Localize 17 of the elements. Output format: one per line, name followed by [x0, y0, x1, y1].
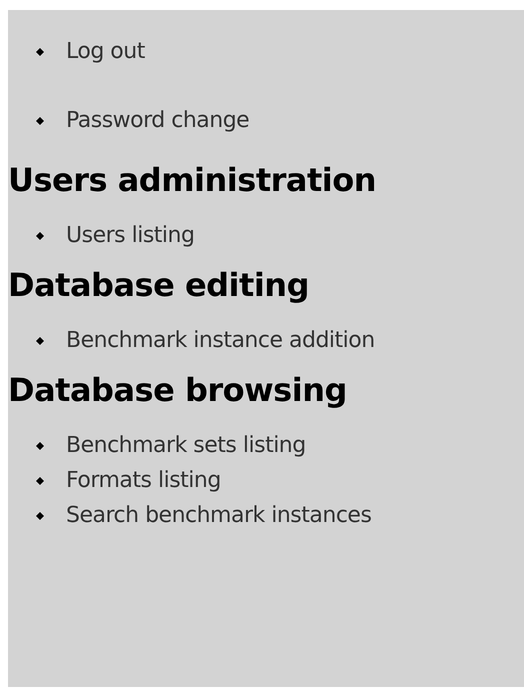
menu-link[interactable]: Search benchmark instances — [66, 503, 372, 528]
section-heading: Database browsing — [8, 370, 348, 410]
bullet-icon — [36, 442, 44, 450]
bullet-icon — [36, 48, 44, 56]
section-heading: Database editing — [8, 265, 310, 305]
menu-link[interactable]: Log out — [66, 39, 145, 64]
bullet-icon — [36, 512, 44, 520]
menu-link[interactable]: Formats listing — [66, 468, 221, 493]
menu-link[interactable]: Password change — [66, 108, 250, 133]
bullet-icon — [36, 476, 44, 484]
bullet-icon — [36, 116, 44, 124]
menu-link[interactable]: Benchmark sets listing — [66, 433, 306, 458]
menu-link[interactable]: Users listing — [66, 223, 194, 248]
section-heading: Users administration — [8, 160, 378, 200]
bullet-icon — [36, 336, 44, 344]
bullet-icon — [36, 232, 44, 240]
menu-link[interactable]: Benchmark instance addition — [66, 328, 375, 353]
